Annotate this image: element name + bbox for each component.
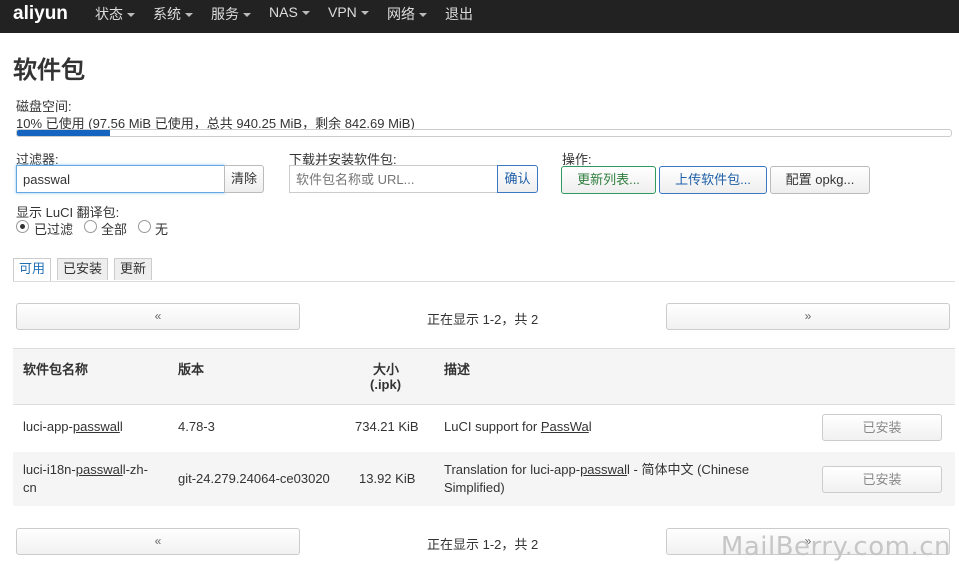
package-description: Translation for luci-app-passwall - 简体中文…	[444, 462, 750, 495]
pager-status: 正在显示 1-2，共 2	[427, 312, 539, 327]
header-package-name: 软件包名称	[23, 362, 89, 377]
menu-network[interactable]: 网络	[387, 4, 427, 24]
disk-usage-fill	[17, 130, 111, 136]
confirm-install-button[interactable]: 确认	[497, 165, 538, 193]
prev-page-button-bottom[interactable]: «	[16, 528, 300, 555]
menu-status-label: 状态	[95, 6, 123, 22]
package-name: luci-app-passwall	[23, 419, 123, 434]
caret-down-icon	[185, 13, 193, 18]
table-header: 软件包名称 版本 大小 (.ipk) 描述	[13, 348, 955, 405]
radio-none[interactable]	[138, 220, 151, 233]
package-version: 4.78-3	[178, 419, 215, 434]
header-size: 大小	[373, 362, 400, 377]
menu-status[interactable]: 状态	[95, 4, 135, 24]
menu-vpn[interactable]: VPN	[328, 4, 369, 20]
upload-package-button[interactable]: 上传软件包...	[659, 166, 767, 194]
table-row: luci-i18n-passwall-zh-cn git-24.279.2406…	[13, 452, 955, 506]
package-url-input[interactable]	[289, 165, 498, 193]
menu-system[interactable]: 系统	[153, 4, 193, 24]
brand-logo[interactable]: aliyun	[13, 3, 68, 25]
caret-down-icon	[419, 13, 427, 18]
next-page-button[interactable]: »	[666, 303, 950, 330]
menu-nas[interactable]: NAS	[269, 4, 310, 20]
menu-system-label: 系统	[153, 6, 181, 22]
header-size-unit: (.ipk)	[370, 377, 402, 392]
menu-network-label: 网络	[387, 6, 415, 22]
menu-nas-label: NAS	[269, 4, 298, 20]
disk-usage-bar	[16, 129, 952, 137]
tab-updates[interactable]: 更新	[114, 258, 153, 280]
menu-logout[interactable]: 退出	[445, 4, 473, 24]
caret-down-icon	[301, 11, 310, 16]
tab-installed[interactable]: 已安装	[57, 258, 109, 280]
tab-available[interactable]: 可用	[13, 258, 52, 282]
header-description: 描述	[444, 362, 471, 377]
package-description: LuCI support for PassWal	[444, 419, 592, 434]
tab-divider	[13, 281, 955, 282]
installed-button[interactable]: 已安装	[822, 466, 942, 493]
radio-filtered-label: 已过滤	[34, 222, 74, 237]
clear-filter-button[interactable]: 清除	[224, 165, 264, 193]
package-size: 13.92 KiB	[359, 471, 416, 486]
radio-filtered[interactable]	[16, 220, 29, 233]
menu-vpn-label: VPN	[328, 4, 357, 20]
radio-all[interactable]	[84, 220, 97, 233]
header-version: 版本	[178, 362, 205, 377]
pager-status-bottom: 正在显示 1-2，共 2	[427, 537, 539, 552]
page-title: 软件包	[13, 57, 85, 84]
menu-logout-label: 退出	[445, 6, 473, 22]
installed-button[interactable]: 已安装	[822, 414, 942, 441]
package-size: 734.21 KiB	[355, 419, 419, 434]
table-row: luci-app-passwall 4.78-3 734.21 KiB LuCI…	[13, 404, 955, 451]
prev-page-button[interactable]: «	[16, 303, 300, 330]
configure-opkg-button[interactable]: 配置 opkg...	[770, 166, 870, 194]
radio-all-label: 全部	[101, 222, 128, 237]
radio-none-label: 无	[155, 222, 169, 237]
filter-input[interactable]	[16, 165, 225, 193]
watermark: MailBerry.com.cn	[720, 532, 951, 562]
caret-down-icon	[360, 11, 369, 16]
menu-services[interactable]: 服务	[211, 4, 251, 24]
update-lists-button[interactable]: 更新列表...	[561, 166, 656, 194]
package-version: git-24.279.24064-ce03020	[178, 471, 330, 486]
menu-services-label: 服务	[211, 6, 239, 22]
caret-down-icon	[127, 13, 135, 18]
caret-down-icon	[243, 13, 251, 18]
top-navbar: aliyun 状态 系统 服务 NAS VPN 网络 退出	[0, 0, 959, 33]
package-name: luci-i18n-passwall-zh-cn	[23, 462, 148, 495]
